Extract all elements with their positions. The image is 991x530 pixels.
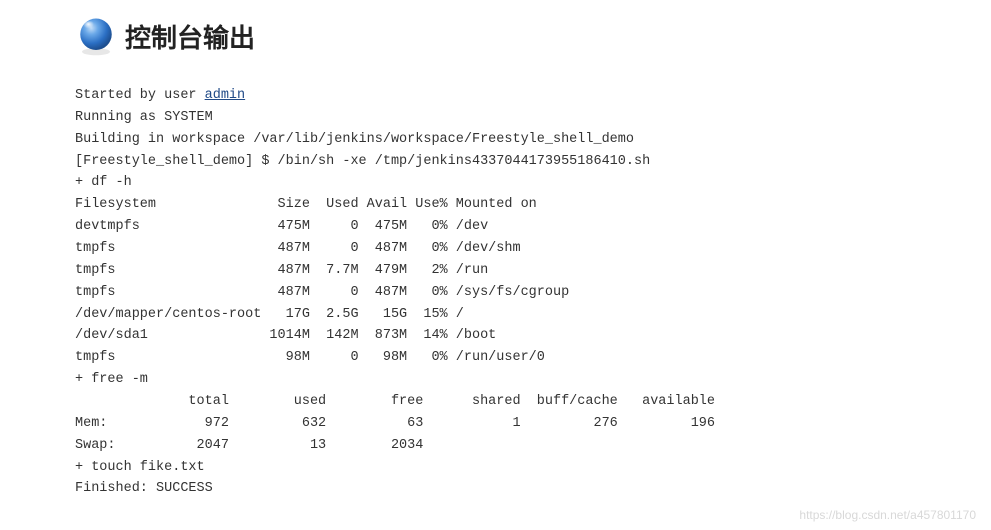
started-by-prefix: Started by user (75, 88, 205, 103)
blue-ball-icon (75, 15, 117, 57)
console-body: Running as SYSTEM Building in workspace … (75, 110, 715, 497)
page-header: 控制台输出 (75, 15, 991, 57)
page-title: 控制台输出 (125, 18, 255, 55)
console-output: Started by user admin Running as SYSTEM … (75, 85, 991, 500)
watermark: https://blog.csdn.net/a457801170 (799, 508, 976, 522)
user-link[interactable]: admin (205, 88, 246, 103)
